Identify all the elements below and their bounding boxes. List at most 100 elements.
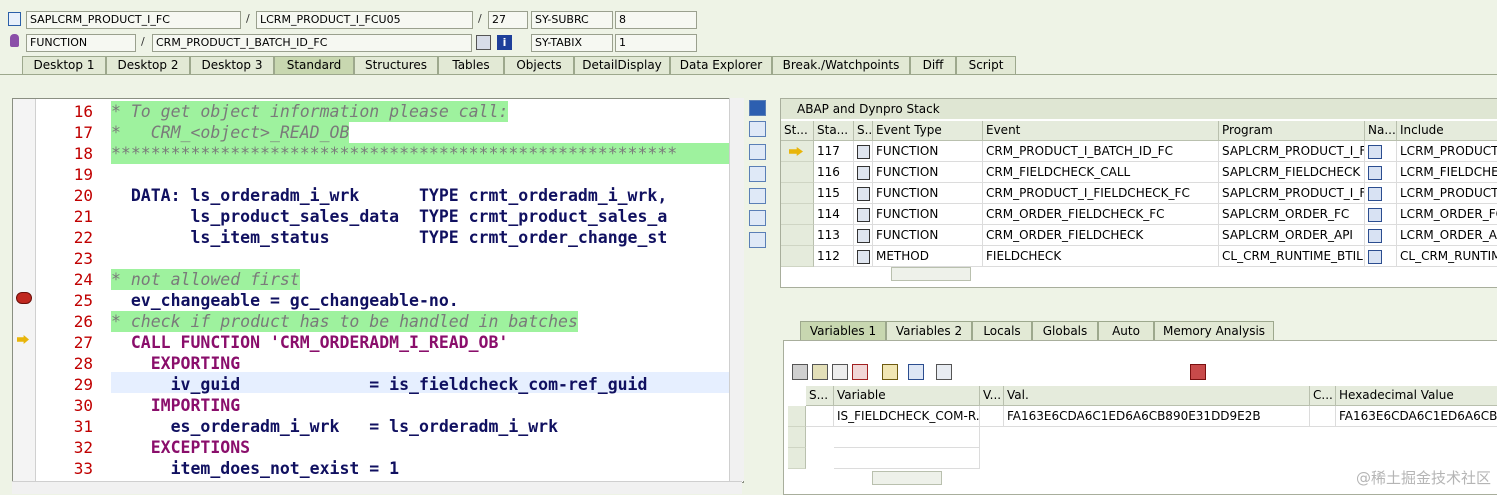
tab-tables[interactable]: Tables	[438, 56, 504, 74]
structure-icon[interactable]	[882, 364, 898, 380]
row-marker[interactable]	[788, 448, 806, 469]
tab-breakpoints[interactable]: Break./Watchpoints	[772, 56, 910, 74]
event-type[interactable]: FUNCTION	[873, 162, 983, 183]
tab-detail-display[interactable]: DetailDisplay	[574, 56, 670, 74]
row-marker[interactable]	[781, 246, 814, 267]
row-marker[interactable]	[781, 225, 814, 246]
sy-tabix-value[interactable]: 1	[615, 34, 697, 52]
program-field[interactable]: SAPLCRM_PRODUCT_I_FC	[26, 11, 241, 29]
tab-desktop-3[interactable]: Desktop 3	[190, 56, 274, 74]
attach-icon[interactable]	[936, 364, 952, 380]
info-icon[interactable]: i	[497, 35, 512, 50]
navigate-icon[interactable]	[1365, 225, 1397, 246]
event-type[interactable]: METHOD	[873, 246, 983, 267]
event-name[interactable]: CRM_PRODUCT_I_BATCH_ID_FC	[983, 141, 1219, 162]
col-header[interactable]: Program	[1219, 121, 1365, 141]
variables-horizontal-scrollbar[interactable]	[872, 471, 942, 485]
col-header[interactable]: S...	[854, 121, 873, 141]
event-name[interactable]: CRM_PRODUCT_I_FIELDCHECK_FC	[983, 183, 1219, 204]
navigate-icon[interactable]	[1365, 141, 1397, 162]
stack-level[interactable]: 115	[814, 183, 854, 204]
source-icon[interactable]	[854, 162, 873, 183]
row-marker[interactable]	[781, 183, 814, 204]
tab-locals[interactable]: Locals	[972, 321, 1032, 340]
col-header[interactable]: St...	[781, 121, 814, 141]
swap-tool-icon[interactable]	[749, 144, 766, 160]
include-name[interactable]: LCRM_ORDER_FCU	[1397, 204, 1497, 225]
program-name[interactable]: SAPLCRM_FIELDCHECK	[1219, 162, 1365, 183]
navigate-icon[interactable]	[1365, 162, 1397, 183]
col-header[interactable]: Na...	[1365, 121, 1397, 141]
stack-horizontal-scrollbar[interactable]	[891, 267, 971, 281]
source-icon[interactable]	[854, 183, 873, 204]
col-header[interactable]: Val.	[1004, 386, 1310, 406]
event-name[interactable]: CRM_ORDER_FIELDCHECK_FC	[983, 204, 1219, 225]
program-name[interactable]: SAPLCRM_PRODUCT_I_FC	[1219, 183, 1365, 204]
tab-standard[interactable]: Standard	[274, 56, 354, 74]
row-marker[interactable]	[788, 427, 806, 448]
empty-row[interactable]	[834, 427, 980, 448]
include-name[interactable]: LCRM_PRODUCT_	[1397, 183, 1497, 204]
row-marker[interactable]	[781, 204, 814, 225]
line-field[interactable]: 27	[488, 11, 528, 29]
stack-level[interactable]: 112	[814, 246, 854, 267]
col-header[interactable]: Include	[1397, 121, 1497, 141]
program-name[interactable]: SAPLCRM_ORDER_FC	[1219, 204, 1365, 225]
stack-level[interactable]: 113	[814, 225, 854, 246]
stack-level[interactable]: 117	[814, 141, 854, 162]
event-type[interactable]: FUNCTION	[873, 141, 983, 162]
services-icon[interactable]	[749, 210, 766, 226]
source-icon[interactable]	[854, 225, 873, 246]
col-header[interactable]: Hexadecimal Value	[1336, 386, 1497, 406]
tab-variables-2[interactable]: Variables 2	[886, 321, 972, 340]
row-marker[interactable]	[781, 162, 814, 183]
tab-script[interactable]: Script	[956, 56, 1016, 74]
program-name[interactable]: SAPLCRM_PRODUCT_I_FC	[1219, 141, 1365, 162]
save-icon[interactable]	[1190, 364, 1206, 380]
col-header[interactable]: S...	[806, 386, 834, 406]
col-header[interactable]: Variable	[834, 386, 980, 406]
include-field[interactable]: LCRM_PRODUCT_I_FCU05	[256, 11, 473, 29]
close-icon[interactable]	[749, 100, 766, 116]
navigate-icon[interactable]	[1365, 204, 1397, 225]
program-name[interactable]: SAPLCRM_ORDER_API	[1219, 225, 1365, 246]
stack-level[interactable]: 116	[814, 162, 854, 183]
include-name[interactable]: CL_CRM_RUNTIME	[1397, 246, 1497, 267]
navigate-icon[interactable]	[1365, 246, 1397, 267]
editor-vertical-scrollbar[interactable]	[729, 98, 744, 481]
maximize-icon[interactable]	[749, 166, 766, 182]
include-name[interactable]: LCRM_ORDER_API	[1397, 225, 1497, 246]
new-tool-icon[interactable]	[749, 121, 766, 137]
col-header[interactable]: V...	[980, 386, 1004, 406]
col-header[interactable]: Sta...	[814, 121, 854, 141]
event-name[interactable]: FIELDCHECK	[983, 246, 1219, 267]
variable-type-cell[interactable]	[980, 406, 1004, 427]
settings-icon[interactable]	[749, 232, 766, 248]
event-name[interactable]: CRM_ORDER_FIELDCHECK	[983, 225, 1219, 246]
resize-icon[interactable]	[749, 188, 766, 204]
stack-level[interactable]: 114	[814, 204, 854, 225]
tab-diff[interactable]: Diff	[910, 56, 956, 74]
sy-subrc-value[interactable]: 8	[615, 11, 697, 29]
source-icon[interactable]	[854, 141, 873, 162]
include-name[interactable]: LCRM_PRODUCT_	[1397, 141, 1497, 162]
tab-desktop-2[interactable]: Desktop 2	[106, 56, 190, 74]
include-name[interactable]: LCRM_FIELDCHECI	[1397, 162, 1497, 183]
event-name-field[interactable]: CRM_PRODUCT_I_BATCH_ID_FC	[152, 34, 472, 52]
tab-data-explorer[interactable]: Data Explorer	[670, 56, 772, 74]
status-cell[interactable]	[806, 406, 834, 427]
event-name[interactable]: CRM_FIELDCHECK_CALL	[983, 162, 1219, 183]
breakpoint-icon[interactable]	[16, 292, 32, 304]
tab-memory-analysis[interactable]: Memory Analysis	[1154, 321, 1274, 340]
navigate-icon[interactable]	[1365, 183, 1397, 204]
col-header[interactable]: Event Type	[873, 121, 983, 141]
event-type[interactable]: FUNCTION	[873, 204, 983, 225]
navigate-icon[interactable]	[476, 35, 491, 50]
col-header[interactable]: C...	[1310, 386, 1336, 406]
row-marker[interactable]	[788, 406, 806, 427]
variable-value[interactable]: FA163E6CDA6C1ED6A6CB890E31DD9E2B	[1004, 406, 1310, 427]
navigate-forward-icon[interactable]	[908, 364, 924, 380]
event-type-field[interactable]: FUNCTION	[26, 34, 136, 52]
col-header[interactable]: Event	[983, 121, 1219, 141]
source-icon[interactable]	[854, 204, 873, 225]
